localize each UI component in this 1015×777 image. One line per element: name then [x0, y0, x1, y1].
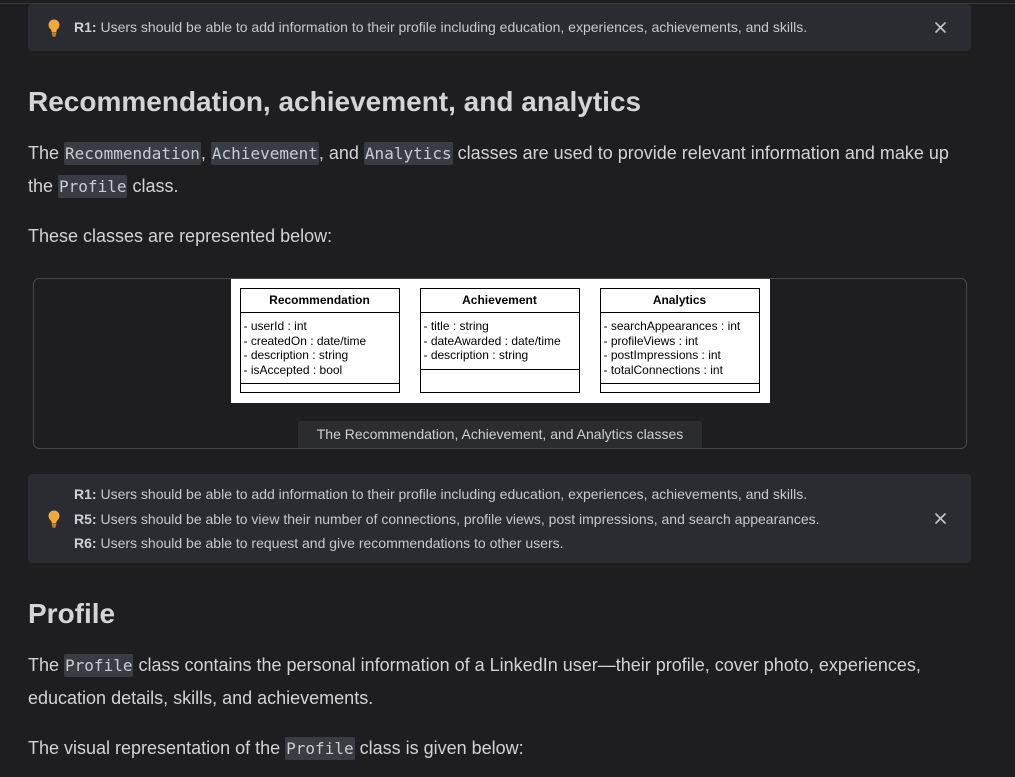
inline-code: Profile [58, 175, 128, 198]
requirement-text: Users should be able to request and give… [100, 535, 564, 551]
section-heading: Profile [28, 597, 116, 629]
uml-class-name: Achievement [420, 289, 579, 313]
text-run: The visual representation of the [28, 737, 286, 758]
uml-class-recommendation: Recommendation - userId : int - createdO… [239, 288, 400, 393]
uml-attribute: - description : string [423, 348, 529, 362]
text-run: class is given below: [354, 737, 524, 758]
requirements-list: R1: Users should be able to add informat… [74, 482, 923, 556]
requirement-label: R1: [74, 19, 97, 35]
uml-class-name: Recommendation [240, 289, 399, 313]
text-run: The [28, 143, 65, 163]
lesson-content: R1: Users should be able to add informat… [28, 4, 971, 765]
uml-attributes: - userId : int - createdOn : date/time -… [240, 313, 399, 384]
text-run: , and [318, 143, 364, 163]
requirement-item: R1: Users should be able to add informat… [74, 15, 923, 40]
uml-methods-compartment [601, 384, 759, 392]
lightbulb-icon [48, 510, 60, 528]
uml-attribute: - userId : int [243, 319, 307, 333]
figure-lead-in: These classes are represented below: [28, 226, 333, 246]
figure-caption: The Recommendation, Achievement, and Ana… [297, 421, 703, 448]
uml-class-name: Analytics [600, 289, 759, 313]
lightbulb-icon [48, 19, 60, 37]
requirement-text: Users should be able to add information … [100, 19, 808, 35]
requirement-label: R6: [74, 535, 97, 551]
close-icon [934, 22, 946, 33]
uml-methods-compartment [421, 370, 579, 393]
text-run: , [200, 143, 211, 163]
section-intro-paragraph: The Recommendation, Achievement, and Ana… [28, 137, 971, 203]
text-run: class. [127, 176, 179, 196]
requirements-list: R1: Users should be able to add informat… [74, 15, 923, 40]
requirements-hint-callout: R1: Users should be able to add informat… [28, 474, 971, 563]
uml-methods-compartment [241, 384, 399, 392]
requirement-item: R1: Users should be able to add informat… [74, 482, 923, 507]
requirement-label: R5: [74, 510, 97, 527]
figure-lead-in: The visual representation of the Profile… [28, 732, 971, 765]
text-run: class contains the personal information … [28, 654, 921, 708]
section-heading: Recommendation, achievement, and analyti… [28, 86, 642, 117]
inline-code: Profile [285, 736, 355, 760]
requirement-item: R5: Users should be able to view their n… [74, 507, 923, 532]
uml-attributes: - title : string - dateAwarded : date/ti… [420, 313, 579, 370]
uml-attribute: - profileViews : int [603, 333, 698, 348]
section-intro-paragraph: The Profile class contains the personal … [28, 649, 971, 715]
uml-class-diagram: Recommendation - userId : int - createdO… [230, 279, 770, 403]
uml-attribute: - description : string [243, 348, 349, 362]
inline-code: Profile [64, 653, 134, 677]
requirement-label: R1: [74, 486, 97, 502]
uml-attribute: - createdOn : date/time [243, 333, 367, 348]
uml-class-achievement: Achievement - title : string - dateAward… [419, 288, 580, 393]
requirements-hint-callout: R1: Users should be able to add informat… [28, 4, 971, 51]
uml-attribute: - isAccepted : bool [243, 362, 343, 377]
close-callout-button[interactable] [933, 512, 947, 526]
uml-class-analytics: Analytics - searchAppearances : int - pr… [599, 288, 760, 393]
inline-code: Recommendation [64, 142, 201, 165]
inline-code: Analytics [363, 142, 453, 165]
uml-attribute: - postImpressions : int [603, 348, 721, 362]
close-callout-button[interactable] [933, 21, 947, 35]
uml-attribute: - dateAwarded : date/time [423, 333, 561, 348]
uml-attribute: - title : string [423, 319, 489, 333]
uml-attribute: - totalConnections : int [603, 362, 723, 377]
inline-code: Achievement [210, 142, 319, 165]
text-run: The [28, 654, 65, 675]
uml-attributes: - searchAppearances : int - profileViews… [600, 313, 759, 384]
requirement-text: Users should be able to add information … [100, 486, 808, 502]
uml-attribute: - searchAppearances : int [603, 319, 741, 333]
class-diagram-figure: Recommendation - userId : int - createdO… [33, 278, 967, 449]
requirement-item: R6: Users should be able to request and … [74, 531, 923, 556]
requirement-text: Users should be able to view their numbe… [100, 510, 820, 527]
close-icon [934, 513, 946, 525]
